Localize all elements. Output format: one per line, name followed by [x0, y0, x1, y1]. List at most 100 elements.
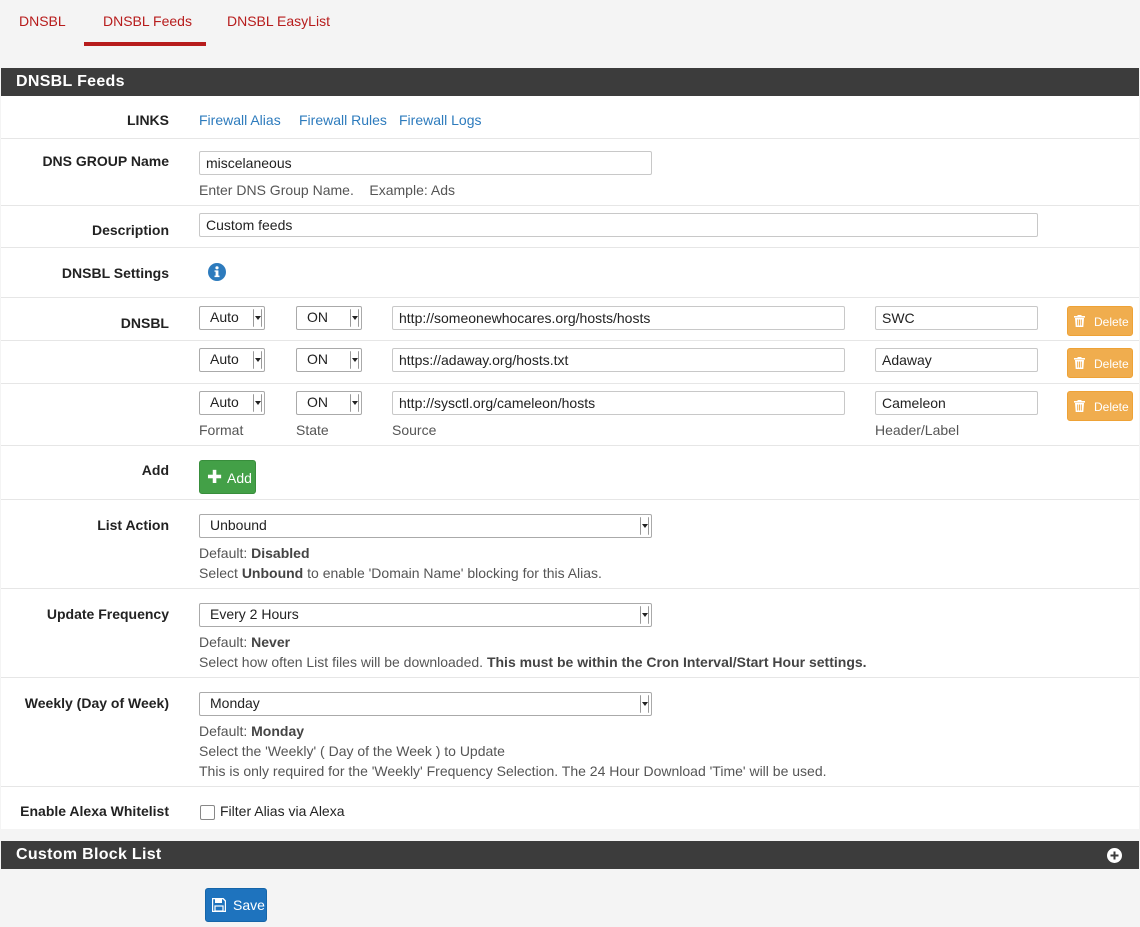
- format-value: Auto: [210, 394, 239, 410]
- plus-circle-icon[interactable]: [1107, 848, 1122, 863]
- firewall-rules-link[interactable]: Firewall Rules: [299, 112, 387, 128]
- delete-label: Delete: [1094, 315, 1129, 329]
- state-select[interactable]: ON: [296, 306, 362, 330]
- format-select[interactable]: Auto: [199, 306, 265, 330]
- alexa-checkbox[interactable]: [200, 805, 215, 820]
- add-row: Add ✚ Add: [1, 445, 1139, 499]
- firewall-alias-link[interactable]: Firewall Alias: [199, 112, 281, 128]
- chevron-down-icon: [253, 309, 262, 327]
- save-button[interactable]: Save: [205, 888, 267, 922]
- alexa-row: Enable Alexa Whitelist Filter Alias via …: [1, 786, 1139, 829]
- update-frequency-row: Update Frequency Every 2 Hours Default: …: [1, 588, 1139, 677]
- weekly-help-2: This is only required for the 'Weekly' F…: [199, 763, 827, 779]
- delete-button[interactable]: Delete: [1067, 306, 1133, 336]
- save-label: Save: [233, 897, 265, 913]
- add-button-label: Add: [227, 470, 252, 486]
- header-input[interactable]: [875, 306, 1038, 330]
- weekly-value: Monday: [210, 695, 260, 711]
- chevron-down-icon: [350, 309, 359, 327]
- floppy-disk-icon: [212, 898, 226, 912]
- chevron-down-icon: [640, 517, 649, 535]
- weekly-help-1: Select the 'Weekly' ( Day of the Week ) …: [199, 743, 505, 759]
- update-frequency-label: Update Frequency: [46, 606, 169, 622]
- weekly-label: Weekly (Day of Week): [24, 695, 169, 711]
- alexa-checkbox-label[interactable]: Filter Alias via Alexa: [220, 803, 345, 819]
- chevron-down-icon: [640, 606, 649, 624]
- update-frequency-select[interactable]: Every 2 Hours: [199, 603, 652, 627]
- state-column-label: State: [296, 422, 329, 438]
- state-select[interactable]: ON: [296, 348, 362, 372]
- info-icon[interactable]: [208, 263, 226, 281]
- trash-icon: [1074, 400, 1085, 412]
- header-column-label: Header/Label: [875, 422, 960, 438]
- description-row: Description: [1, 205, 1139, 247]
- custom-block-list-heading[interactable]: Custom Block List: [1, 841, 1139, 869]
- custom-block-list-title: Custom Block List: [16, 846, 162, 863]
- links-row: LINKS Firewall Alias Firewall Rules Fire…: [1, 96, 1139, 138]
- state-value: ON: [307, 394, 328, 410]
- links-label: LINKS: [127, 112, 169, 128]
- list-action-default: Default: Disabled: [199, 545, 310, 561]
- chevron-down-icon: [640, 695, 649, 713]
- delete-button[interactable]: Delete: [1067, 391, 1133, 421]
- state-value: ON: [307, 309, 328, 325]
- state-select[interactable]: ON: [296, 391, 362, 415]
- chevron-down-icon: [350, 351, 359, 369]
- trash-icon: [1074, 315, 1085, 327]
- group-name-input[interactable]: [199, 151, 652, 175]
- list-action-label: List Action: [97, 517, 169, 533]
- state-value: ON: [307, 351, 328, 367]
- panel-heading: DNSBL Feeds: [1, 68, 1139, 96]
- format-value: Auto: [210, 351, 239, 367]
- alexa-label: Enable Alexa Whitelist: [20, 803, 169, 819]
- group-name-help: Enter DNS Group Name. Example: Ads: [199, 182, 455, 198]
- group-name-row: DNS GROUP Name Enter DNS Group Name. Exa…: [1, 138, 1139, 205]
- firewall-logs-link[interactable]: Firewall Logs: [399, 112, 481, 128]
- dnsbl-settings-label: DNSBL Settings: [61, 265, 169, 281]
- chevron-down-icon: [253, 394, 262, 412]
- delete-label: Delete: [1094, 400, 1129, 414]
- delete-button[interactable]: Delete: [1067, 348, 1133, 378]
- format-column-label: Format: [199, 422, 244, 438]
- source-input[interactable]: [392, 306, 845, 330]
- chevron-down-icon: [253, 351, 262, 369]
- list-action-help: Select Unbound to enable 'Domain Name' b…: [199, 565, 602, 581]
- list-action-value: Unbound: [210, 517, 267, 533]
- header-input[interactable]: [875, 348, 1038, 372]
- active-tab-indicator: [84, 42, 206, 46]
- chevron-down-icon: [350, 394, 359, 412]
- plus-icon: ✚: [207, 467, 223, 487]
- format-value: Auto: [210, 309, 239, 325]
- add-button[interactable]: ✚ Add: [199, 460, 256, 494]
- format-select[interactable]: Auto: [199, 348, 265, 372]
- tab-bar: DNSBL DNSBL Feeds DNSBL EasyList: [0, 0, 1140, 48]
- dnsbl-label: DNSBL: [120, 315, 169, 331]
- panel-body: LINKS Firewall Alias Firewall Rules Fire…: [1, 96, 1139, 829]
- list-action-row: List Action Unbound Default: Disabled Se…: [1, 499, 1139, 588]
- update-frequency-value: Every 2 Hours: [210, 606, 299, 622]
- description-label: Description: [91, 222, 169, 238]
- tab-dnsbl-easylist[interactable]: DNSBL EasyList: [227, 13, 330, 29]
- source-input[interactable]: [392, 348, 845, 372]
- dnsbl-entry-row: Auto ON Delete Format State Source Heade…: [1, 383, 1139, 445]
- source-input[interactable]: [392, 391, 845, 415]
- weekly-select[interactable]: Monday: [199, 692, 652, 716]
- source-column-label: Source: [392, 422, 437, 438]
- list-action-select[interactable]: Unbound: [199, 514, 652, 538]
- dnsbl-settings-row: DNSBL Settings: [1, 247, 1139, 297]
- group-name-label: DNS GROUP Name: [42, 153, 169, 169]
- header-input[interactable]: [875, 391, 1038, 415]
- dnsbl-entry-row: DNSBL Auto ON Delete: [1, 297, 1139, 340]
- add-label: Add: [141, 462, 169, 478]
- update-frequency-help: Select how often List files will be down…: [199, 654, 867, 670]
- format-select[interactable]: Auto: [199, 391, 265, 415]
- tab-dnsbl[interactable]: DNSBL: [19, 13, 66, 29]
- dnsbl-entry-row: Auto ON Delete: [1, 340, 1139, 383]
- update-frequency-default: Default: Never: [199, 634, 291, 650]
- trash-icon: [1074, 357, 1085, 369]
- weekly-row: Weekly (Day of Week) Monday Default: Mon…: [1, 677, 1139, 786]
- weekly-default: Default: Monday: [199, 723, 305, 739]
- tab-dnsbl-feeds[interactable]: DNSBL Feeds: [103, 13, 192, 29]
- delete-label: Delete: [1094, 357, 1129, 371]
- description-input[interactable]: [199, 213, 1038, 237]
